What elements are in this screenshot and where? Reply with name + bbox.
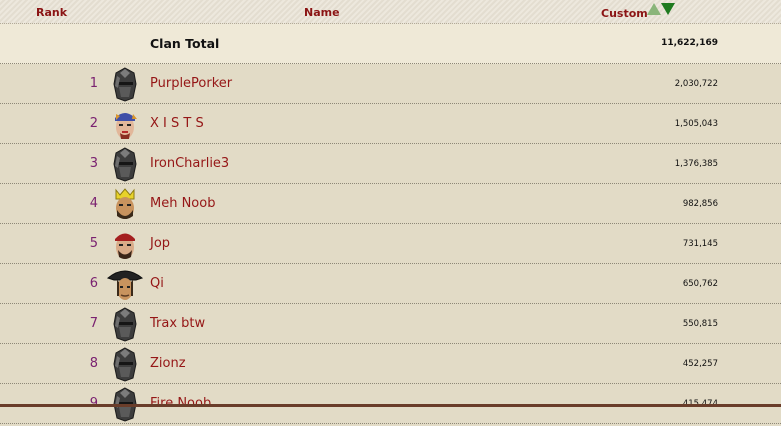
member-row: 1 PurplePorker 2,030,722: [0, 64, 781, 104]
member-custom-value: 731,145: [682, 239, 718, 249]
member-name-link[interactable]: PurplePorker: [150, 76, 232, 91]
helmet-avatar-icon: [106, 146, 144, 182]
member-custom-value: 452,257: [682, 359, 718, 369]
helmet-avatar-icon: [106, 346, 144, 382]
member-rank: 3: [89, 156, 98, 171]
member-rank: 2: [89, 116, 98, 131]
member-custom-value: 550,815: [682, 319, 718, 329]
sort-ascending-icon[interactable]: [647, 3, 661, 15]
member-custom-value: 982,856: [682, 199, 718, 209]
member-row: 5 Jop 731,145: [0, 224, 781, 264]
member-rank: 1: [89, 76, 98, 91]
bandana-red-avatar-icon: [106, 226, 144, 262]
member-row: 8 Zionz 452,257: [0, 344, 781, 384]
clan-total-value: 11,622,169: [661, 38, 718, 48]
rank-column-header[interactable]: Rank: [36, 6, 67, 19]
custom-column-header[interactable]: Custom: [601, 7, 648, 20]
member-name-link[interactable]: Jop: [150, 236, 170, 251]
member-name-link[interactable]: X I S T S: [150, 116, 204, 131]
member-name-link[interactable]: Qi: [150, 276, 164, 291]
member-rank: 7: [89, 316, 98, 331]
member-custom-value: 2,030,722: [674, 79, 718, 89]
member-rank: 5: [89, 236, 98, 251]
bandana-blue-avatar-icon: [106, 106, 144, 142]
crown-avatar-icon: [106, 186, 144, 222]
member-name-link[interactable]: Meh Noob: [150, 196, 215, 211]
member-rank: 4: [89, 196, 98, 211]
member-name-link[interactable]: Trax btw: [150, 316, 205, 331]
member-rank: 6: [89, 276, 98, 291]
helmet-avatar-icon: [106, 66, 144, 102]
member-rank: 8: [89, 356, 98, 371]
table-header: Rank Name Custom: [0, 0, 781, 24]
member-custom-value: 1,505,043: [674, 119, 718, 129]
member-name-link[interactable]: Zionz: [150, 356, 186, 371]
member-row: 7 Trax btw 550,815: [0, 304, 781, 344]
member-row: 6 Qi 650,762: [0, 264, 781, 304]
member-row: 3 IronCharlie3 1,376,385: [0, 144, 781, 184]
pirate-hat-avatar-icon: [106, 266, 144, 302]
sort-controls: [647, 3, 677, 17]
member-custom-value: 650,762: [682, 279, 718, 289]
clan-total-row: Clan Total 11,622,169: [0, 24, 781, 64]
member-list: 1 PurplePorker 2,030,722 2 X I S T S 1,505,04…: [0, 64, 781, 424]
sort-descending-icon[interactable]: [661, 3, 675, 15]
member-row: 4 Meh Noob 982,856: [0, 184, 781, 224]
clan-total-label: Clan Total: [150, 36, 220, 51]
helmet-avatar-icon: [106, 306, 144, 342]
member-row: 2 X I S T S 1,505,043: [0, 104, 781, 144]
member-custom-value: 1,376,385: [674, 159, 718, 169]
name-column-header[interactable]: Name: [304, 6, 340, 19]
member-name-link[interactable]: IronCharlie3: [150, 156, 229, 171]
